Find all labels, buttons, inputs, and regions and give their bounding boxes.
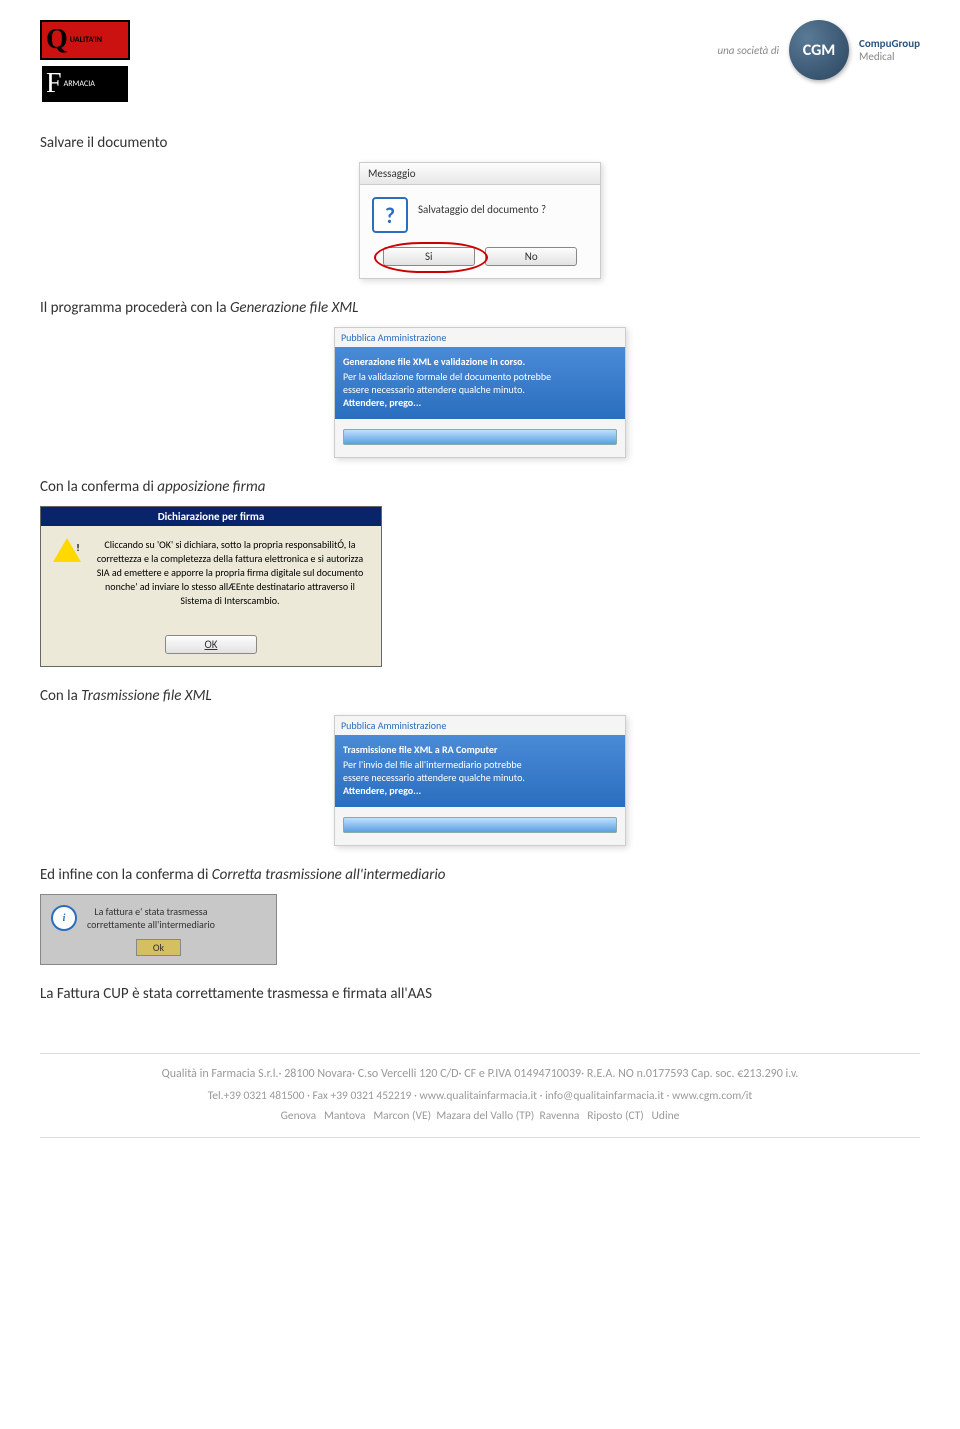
- dialog-generate-xml: Pubblica Amministrazione Generazione fil…: [334, 327, 626, 458]
- page-footer: Qualità in Farmacia S.r.l.· 28100 Novara…: [40, 1053, 920, 1138]
- dialog-save: Messaggio ? Salvataggio del documento ? …: [359, 162, 601, 279]
- question-icon: ?: [372, 197, 408, 233]
- dialog-transmitted: i La fattura e' stata trasmessa corretta…: [40, 894, 277, 965]
- dialog-signature-text: Cliccando su 'OK' si dichiara, sotto la …: [91, 538, 369, 608]
- dialog-signature: Dichiarazione per firma Cliccando su 'OK…: [40, 506, 382, 667]
- ok-button[interactable]: Ok: [136, 939, 181, 956]
- cgm-text: CompuGroup Medical: [859, 37, 920, 63]
- dialog-transmitted-text: La fattura e' stata trasmessa correttame…: [87, 905, 215, 931]
- progress-bar: [343, 817, 617, 833]
- dialog-signature-title: Dichiarazione per firma: [41, 507, 381, 526]
- footer-line-3: Genova Mantova Marcon (VE) Mazara del Va…: [40, 1106, 920, 1127]
- footer-line-1: Qualità in Farmacia S.r.l.· 28100 Novara…: [40, 1064, 920, 1086]
- footer-line-2: Tel.+39 0321 481500 · Fax +39 0321 45221…: [40, 1086, 920, 1107]
- paragraph-3: Con la conferma di apposizione firma: [40, 478, 920, 496]
- progress-bar: [343, 429, 617, 445]
- no-button[interactable]: No: [485, 247, 577, 266]
- paragraph-6: La Fattura CUP è stata correttamente tra…: [40, 985, 920, 1003]
- paragraph-5: Ed infine con la conferma di Corretta tr…: [40, 866, 920, 884]
- logo-cgm: una società di CGM CompuGroup Medical: [717, 20, 920, 80]
- paragraph-4: Con la Trasmissione file XML: [40, 687, 920, 705]
- societa-label: una società di: [717, 44, 779, 57]
- cgm-badge-icon: CGM: [789, 20, 849, 80]
- dialog-transmit-title: Pubblica Amministrazione: [335, 716, 625, 735]
- paragraph-1: Salvare il documento: [40, 134, 920, 152]
- dialog-save-title: Messaggio: [360, 163, 600, 185]
- page-header: QUALITA'IN FARMACIA una società di CGM C…: [40, 20, 920, 104]
- logo-qualita-farmacia: QUALITA'IN FARMACIA: [40, 20, 130, 104]
- warning-icon: [53, 538, 81, 562]
- ok-button[interactable]: OK: [165, 635, 257, 654]
- paragraph-2: Il programma procederà con la Generazion…: [40, 299, 920, 317]
- dialog-generate-text: Generazione file XML e validazione in co…: [335, 347, 625, 419]
- info-icon: i: [51, 905, 77, 931]
- dialog-generate-title: Pubblica Amministrazione: [335, 328, 625, 347]
- dialog-save-text: Salvataggio del documento ?: [418, 197, 546, 216]
- yes-button[interactable]: Si: [383, 247, 475, 266]
- dialog-transmit-text: Trasmissione file XML a RA Computer Per …: [335, 735, 625, 807]
- dialog-transmit-xml: Pubblica Amministrazione Trasmissione fi…: [334, 715, 626, 846]
